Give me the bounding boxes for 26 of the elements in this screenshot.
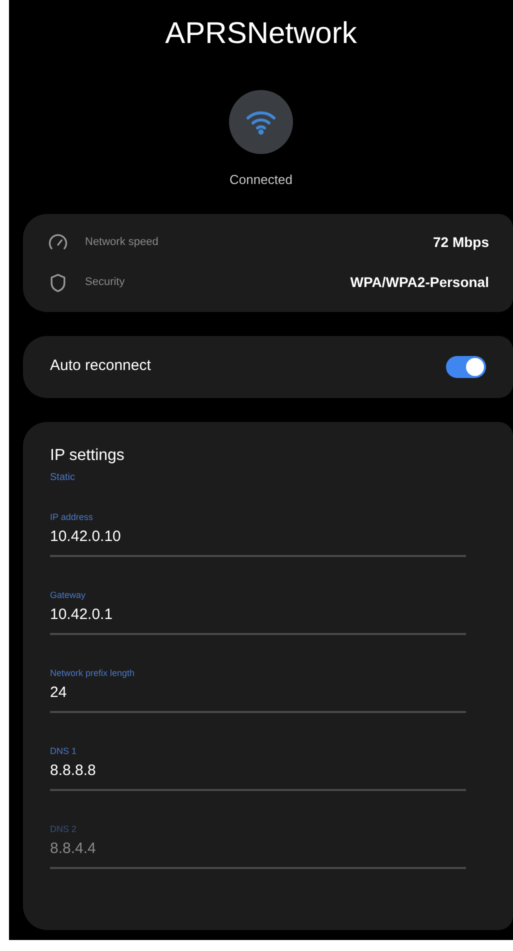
text-field[interactable]: DNS 1 8.8.8.8	[50, 744, 466, 790]
detail-label: Security	[85, 275, 125, 290]
field-label: IP address	[50, 510, 94, 524]
connection-status: Connected	[228, 171, 294, 189]
field-value: 8.8.8.8	[50, 761, 97, 781]
ip-settings-title: IP settings	[50, 446, 126, 466]
detail-value: WPA/WPA2-Personal	[350, 273, 489, 292]
field-value: 24	[50, 683, 68, 703]
network-title: APRSNetwork	[164, 16, 358, 52]
field-placeholder: 8.8.4.4	[50, 839, 97, 859]
field-label: DNS 2	[50, 822, 78, 836]
detail-label: Network speed	[85, 235, 158, 250]
detail-value: 72 Mbps	[432, 233, 489, 252]
field-label: Gateway	[50, 588, 87, 602]
auto-reconnect-label: Auto reconnect	[50, 356, 151, 376]
ip-mode-link[interactable]: Static	[50, 470, 486, 484]
text-field[interactable]: DNS 2 8.8.4.4	[50, 822, 466, 868]
text-field[interactable]: Network prefix length 24	[50, 666, 466, 712]
toggle-switch[interactable]	[446, 356, 486, 378]
text-field[interactable]: IP address 10.42.0.10	[50, 510, 466, 556]
text-field[interactable]: Gateway 10.42.0.1	[50, 588, 466, 634]
wifi-icon	[245, 109, 277, 135]
field-value: 10.42.0.10	[50, 527, 122, 547]
field-label: DNS 1	[50, 744, 78, 758]
field-value: 10.42.0.1	[50, 605, 114, 625]
field-label: Network prefix length	[50, 666, 136, 680]
